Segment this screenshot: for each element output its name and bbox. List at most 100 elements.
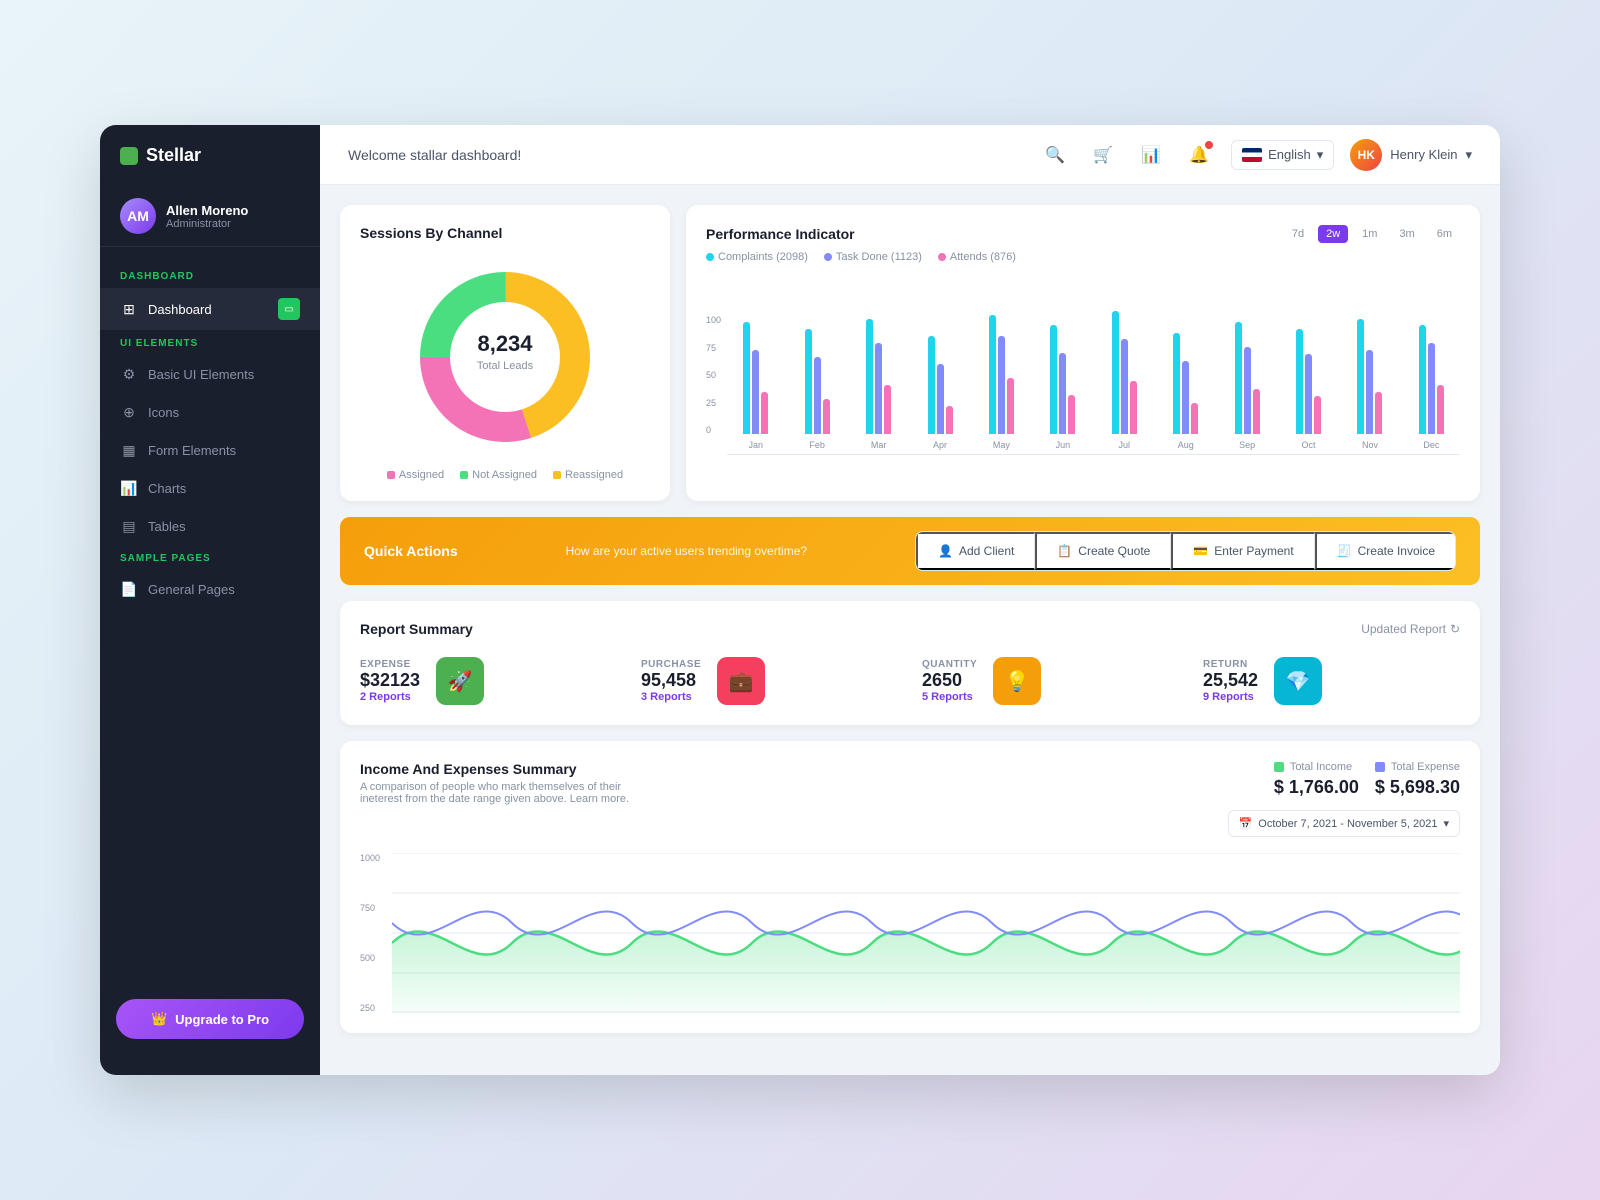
sidebar-item-form-elements[interactable]: ▦ Form Elements — [100, 431, 320, 469]
sessions-title: Sessions By Channel — [360, 225, 650, 241]
performance-header: Performance Indicator 7d 2w 1m 3m 6m — [706, 225, 1460, 243]
metric-purchase: PURCHASE 95,458 3 Reports 💼 — [641, 657, 898, 705]
svg-text:8,234: 8,234 — [477, 331, 533, 356]
income-label: Total Income — [1274, 761, 1359, 773]
legend-dot-not-assigned — [460, 471, 468, 479]
return-icon: 💎 — [1274, 657, 1322, 705]
sidebar-item-label: Charts — [148, 481, 186, 496]
sidebar-item-label: Basic UI Elements — [148, 367, 254, 382]
expense-label: Total Expense — [1375, 761, 1460, 773]
upgrade-button[interactable]: 👑 Upgrade to Pro — [116, 999, 304, 1039]
search-button[interactable]: 🔍 — [1039, 139, 1071, 171]
filter-6m[interactable]: 6m — [1429, 225, 1460, 243]
chevron-down-icon: ▾ — [1317, 147, 1324, 163]
income-totals: Total Income $ 1,766.00 Total Expense $ … — [1274, 761, 1460, 798]
return-reports[interactable]: 9 Reports — [1203, 691, 1258, 703]
notifications-button[interactable]: 🔔 — [1183, 139, 1215, 171]
upgrade-icon: 👑 — [151, 1011, 167, 1027]
dot-complaints — [706, 253, 714, 261]
logo-text: Stellar — [146, 145, 201, 166]
sidebar-item-charts[interactable]: 📊 Charts — [100, 469, 320, 507]
purchase-reports[interactable]: 3 Reports — [641, 691, 701, 703]
quantity-reports[interactable]: 5 Reports — [922, 691, 977, 703]
sidebar-item-general-pages[interactable]: 📄 General Pages — [100, 570, 320, 608]
active-indicator: ▭ — [278, 298, 300, 320]
donut-container: 8,234 Total Leads Assigned Not Assigned — [360, 257, 650, 481]
quick-actions-buttons: 👤 Add Client 📋 Create Quote 💳 Enter Paym… — [915, 531, 1456, 571]
y-axis: 1007550250 — [706, 315, 727, 455]
income-title-section: Income And Expenses Summary A comparison… — [360, 761, 640, 805]
chevron-down-icon: ▾ — [1443, 817, 1449, 830]
expense-info: EXPENSE $32123 2 Reports — [360, 659, 420, 703]
form-icon: ▦ — [120, 441, 138, 459]
sessions-card: Sessions By Channel 8,234 To — [340, 205, 670, 501]
sidebar-item-label: Form Elements — [148, 443, 236, 458]
expense-reports[interactable]: 2 Reports — [360, 691, 420, 703]
report-metrics: EXPENSE $32123 2 Reports 🚀 PURCHASE 95,4… — [360, 657, 1460, 705]
sidebar-item-tables[interactable]: ▤ Tables — [100, 507, 320, 545]
performance-title: Performance Indicator — [706, 226, 855, 242]
create-quote-button[interactable]: 📋 Create Quote — [1035, 532, 1171, 570]
legend-assigned: Assigned — [387, 469, 444, 481]
date-range-picker[interactable]: 📅 October 7, 2021 - November 5, 2021 ▾ — [1228, 810, 1460, 837]
report-summary-card: Report Summary Updated Report ↻ EXPENSE … — [340, 601, 1480, 725]
total-income: Total Income $ 1,766.00 — [1274, 761, 1359, 798]
enter-payment-icon: 💳 — [1193, 544, 1208, 558]
quick-actions-banner: Quick Actions How are your active users … — [340, 517, 1480, 585]
income-value: $ 1,766.00 — [1274, 777, 1359, 798]
sidebar: Stellar AM Allen Moreno Administrator DA… — [100, 125, 320, 1075]
analytics-button[interactable]: 📊 — [1135, 139, 1167, 171]
logo: Stellar — [100, 145, 320, 186]
app-wrapper: Stellar AM Allen Moreno Administrator DA… — [100, 125, 1500, 1075]
enter-payment-button[interactable]: 💳 Enter Payment — [1171, 532, 1314, 570]
sidebar-item-label: Tables — [148, 519, 186, 534]
wave-chart — [392, 853, 1460, 1013]
total-expense: Total Expense $ 5,698.30 — [1375, 761, 1460, 798]
report-summary-header: Report Summary Updated Report ↻ — [360, 621, 1460, 637]
legend-reassigned: Reassigned — [553, 469, 623, 481]
filter-3m[interactable]: 3m — [1391, 225, 1422, 243]
filter-7d[interactable]: 7d — [1284, 225, 1312, 243]
legend-attends: Attends (876) — [938, 251, 1016, 263]
legend-not-assigned: Not Assigned — [460, 469, 537, 481]
settings-icon: ⚙ — [120, 365, 138, 383]
wave-y-axis: 1000750500250 — [360, 853, 384, 1013]
top-charts-row: Sessions By Channel 8,234 To — [340, 205, 1480, 501]
add-client-button[interactable]: 👤 Add Client — [916, 532, 1035, 570]
dot-task-done — [824, 253, 832, 261]
sidebar-item-basic-ui[interactable]: ⚙ Basic UI Elements — [100, 355, 320, 393]
content-area: Sessions By Channel 8,234 To — [320, 185, 1500, 1075]
create-invoice-button[interactable]: 🧾 Create Invoice — [1315, 532, 1455, 570]
user-name: Allen Moreno — [166, 203, 248, 218]
perf-legend: Complaints (2098) Task Done (1123) Atten… — [706, 251, 1460, 263]
wave-chart-container: 1000750500250 — [360, 853, 1460, 1013]
sidebar-section-dashboard: DASHBOARD — [100, 263, 320, 288]
legend-dot-assigned — [387, 471, 395, 479]
logo-icon — [120, 147, 138, 165]
quantity-info: QUANTITY 2650 5 Reports — [922, 659, 977, 703]
metric-expense: EXPENSE $32123 2 Reports 🚀 — [360, 657, 617, 705]
expense-icon: 🚀 — [436, 657, 484, 705]
income-header: Income And Expenses Summary A comparison… — [360, 761, 1460, 837]
quick-actions-title: Quick Actions — [364, 543, 458, 559]
sidebar-section-sample: SAMPLE PAGES — [100, 545, 320, 570]
language-selector[interactable]: English ▾ — [1231, 140, 1334, 170]
updated-report[interactable]: Updated Report ↻ — [1361, 622, 1460, 636]
report-summary-title: Report Summary — [360, 621, 473, 637]
income-dot — [1274, 762, 1284, 772]
sidebar-item-dashboard[interactable]: ⊞ Dashboard ▭ — [100, 288, 320, 330]
filter-2w[interactable]: 2w — [1318, 225, 1348, 243]
refresh-icon: ↻ — [1450, 622, 1460, 636]
legend-task-done: Task Done (1123) — [824, 251, 922, 263]
expense-dot — [1375, 762, 1385, 772]
cart-button[interactable]: 🛒 — [1087, 139, 1119, 171]
sidebar-item-label: General Pages — [148, 582, 235, 597]
purchase-info: PURCHASE 95,458 3 Reports — [641, 659, 701, 703]
sidebar-item-icons[interactable]: ⊕ Icons — [100, 393, 320, 431]
user-menu[interactable]: HK Henry Klein ▾ — [1350, 139, 1472, 171]
filter-1m[interactable]: 1m — [1354, 225, 1385, 243]
topbar-actions: 🔍 🛒 📊 🔔 English ▾ HK Henry Klein ▾ — [1039, 139, 1472, 171]
topbar: Welcome stallar dashboard! 🔍 🛒 📊 🔔 Engli… — [320, 125, 1500, 185]
income-title: Income And Expenses Summary — [360, 761, 640, 777]
income-description: A comparison of people who mark themselv… — [360, 781, 640, 805]
